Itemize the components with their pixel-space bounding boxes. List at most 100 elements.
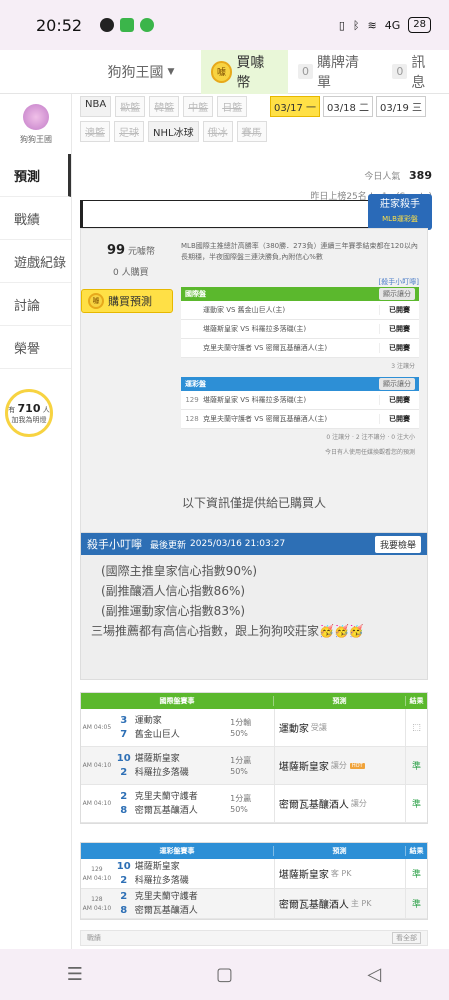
league-tag[interactable]: NHL冰球 bbox=[148, 121, 199, 142]
odds-line: 50% bbox=[230, 728, 248, 738]
report-button[interactable]: 我要檢舉 bbox=[374, 535, 421, 553]
date-tab[interactable]: 03/17 一 bbox=[270, 96, 320, 117]
home-icon[interactable]: ▢ bbox=[204, 964, 244, 985]
bulb-count: 710 bbox=[17, 401, 41, 415]
team-name: 克里夫蘭守護者 bbox=[134, 891, 198, 902]
prediction-pick: 運動家 受讓 bbox=[273, 709, 405, 746]
show-spread-button-2[interactable]: 顯示讓分 bbox=[379, 378, 415, 390]
date-tabs: 03/17 一 03/18 二 03/19 三 bbox=[270, 96, 426, 117]
team-number: 8 bbox=[120, 904, 128, 916]
team-numbers: 28 bbox=[113, 890, 135, 918]
team-number: 2 bbox=[120, 766, 128, 778]
lottery-title: 運彩盤 bbox=[185, 380, 206, 388]
pick-note: 受讓 bbox=[310, 723, 327, 732]
col-prediction: 預測 bbox=[273, 846, 405, 856]
sidebar: 狗狗王國 預測 戰績 遊戲紀錄 討論 榮譽 有 710 人 加我為明燈 bbox=[0, 94, 72, 949]
col-result: 結果 bbox=[405, 846, 427, 856]
network-label: 4G bbox=[384, 18, 401, 32]
league-tag: 俄冰 bbox=[202, 121, 233, 142]
teams: 堪薩斯皇家 科羅拉多落磯 bbox=[135, 860, 274, 888]
team-name: 克里夫蘭守護者 bbox=[134, 791, 198, 802]
game-time-text: AM 04:10 bbox=[82, 874, 112, 882]
odds-line: 1分贏 bbox=[230, 755, 252, 765]
buyers: 0 人購買 bbox=[113, 265, 149, 278]
kingdom-dropdown[interactable]: 狗狗王國 ▼ bbox=[81, 50, 200, 94]
status-badge: 已開賽 bbox=[379, 343, 419, 353]
matchup: 克里夫蘭守護者 VS 密爾瓦基釀酒人(主) bbox=[203, 415, 328, 423]
sidebar-item-record[interactable]: 戰績 bbox=[0, 197, 71, 240]
table-row: AM 04:10 10 2 堪薩斯皇家 科羅拉多落磯 1分贏 50% 堪薩斯皇家 讓分 HOT 準 bbox=[81, 747, 427, 785]
today-label: 今日人氣 bbox=[364, 172, 401, 182]
result-mark: 準 bbox=[405, 889, 427, 918]
league-tag: 中籃 bbox=[183, 96, 214, 117]
result-mark: 準 bbox=[405, 859, 427, 888]
sidebar-item-predict[interactable]: 預測 bbox=[0, 154, 71, 197]
chevron-down-icon: ▼ bbox=[167, 66, 175, 77]
prediction-pick: 密爾瓦基釀酒人 讓分 bbox=[273, 785, 405, 822]
team-name: 科羅拉多落磯 bbox=[134, 767, 189, 778]
date-tab[interactable]: 03/18 二 bbox=[323, 96, 373, 117]
buy-coin-button[interactable]: 噱 買噱幣 bbox=[200, 49, 288, 94]
battery-indicator: 28 bbox=[408, 17, 431, 33]
menu-icon[interactable]: ☰ bbox=[55, 964, 95, 985]
table-row: AM 04:10 2 8 克里夫蘭守護者 密爾瓦基釀酒人 1分贏 50% 密爾瓦基釀酒人 讓分準 bbox=[81, 785, 427, 823]
tip-line: 三場推薦都有高信心指數，跟上狗狗咬莊家🥳🥳🥳 bbox=[91, 624, 364, 638]
team-numbers: 28 bbox=[113, 790, 135, 818]
price-value: 99 bbox=[107, 243, 126, 258]
pick-team: 密爾瓦基釀酒人 bbox=[278, 900, 349, 911]
mini-row: 129 堪薩斯皇家 VS 科羅拉多落磯(主) 已開賽 bbox=[181, 391, 419, 410]
team-number: 2 bbox=[120, 890, 128, 902]
message-button[interactable]: 0 訊息 bbox=[382, 50, 449, 94]
avatar bbox=[23, 103, 49, 130]
date-tab[interactable]: 03/19 三 bbox=[376, 96, 426, 117]
cart-button[interactable]: 0 購牌清單 bbox=[288, 50, 382, 94]
odds: 1分贏 50% bbox=[230, 793, 274, 815]
team-name: 密爾瓦基釀酒人 bbox=[134, 905, 198, 916]
main-content: NBA 歐籃 韓籃 中籃 日籃 澳籃 足球 NHL冰球 俄冰 賽馬 03/17 一 03/18 二0… bbox=[80, 94, 432, 920]
price-unit: 元噱幣 bbox=[127, 247, 155, 257]
league-tag[interactable]: NBA bbox=[80, 96, 112, 117]
tip-header: 殺手小叮嚀 最後更新 2025/03/16 21:03:27 我要檢舉 bbox=[81, 533, 427, 555]
bulb-prefix: 有 bbox=[8, 405, 16, 414]
col-games: 運彩盤賽事 bbox=[159, 847, 195, 855]
app-icon bbox=[120, 18, 135, 32]
prediction-description: MLB國際主推總計高勝率（380勝．273負）連續三年賽季結束都在120以內 長… bbox=[181, 242, 418, 261]
sidebar-item-discussion[interactable]: 討論 bbox=[0, 283, 71, 326]
light-bulb-follow[interactable]: 有 710 人 加我為明燈 bbox=[5, 389, 53, 437]
col-prediction: 預測 bbox=[273, 696, 405, 706]
buyers-count: 0 bbox=[113, 268, 119, 278]
sidebar-item-history[interactable]: 遊戲紀錄 bbox=[0, 240, 71, 283]
show-spread-button[interactable]: 顯示讓分 bbox=[379, 288, 415, 300]
game-time: AM 04:05 bbox=[82, 724, 112, 731]
bulb-text: 加我為明燈 bbox=[11, 415, 47, 424]
matchup: 堪薩斯皇家 VS 科羅拉多落磯(主) bbox=[203, 396, 307, 404]
game-time-text: AM 04:10 bbox=[82, 904, 112, 912]
prediction-pick: 堪薩斯皇家 讓分 HOT bbox=[273, 747, 405, 784]
team-name: 堪薩斯皇家 bbox=[134, 861, 180, 872]
killer-title: 莊家殺手 bbox=[380, 199, 420, 210]
purchase-notice: 以下資訊僅提供給已購買人 bbox=[181, 496, 326, 510]
sidebar-item-honor[interactable]: 榮譽 bbox=[0, 326, 71, 369]
tip-link[interactable]: [殺手小叮嚀] bbox=[379, 277, 419, 287]
back-icon[interactable]: ◁ bbox=[354, 964, 394, 985]
buy-prediction-button[interactable]: 噱 購買預測 bbox=[81, 289, 173, 313]
bulb-unit: 人 bbox=[42, 405, 50, 414]
app-icon-2 bbox=[140, 18, 155, 32]
message-label: 訊息 bbox=[411, 54, 426, 91]
pick-note: 讓分 bbox=[330, 761, 347, 770]
cart-label: 購牌清單 bbox=[316, 54, 359, 91]
result-mark: ⬚ bbox=[405, 709, 427, 746]
league-tags: NBA 歐籃 韓籃 中籃 日籃 澳籃 足球 NHL冰球 俄冰 賽馬 bbox=[80, 94, 270, 142]
league-tag: 韓籃 bbox=[149, 96, 180, 117]
user-profile[interactable]: 狗狗王國 bbox=[0, 94, 72, 154]
mini-row: 運動家 VS 舊金山巨人(主) 已開賽 bbox=[181, 301, 419, 320]
buyers-unit: 人購買 bbox=[121, 268, 149, 278]
chat-icon bbox=[100, 18, 115, 32]
team-numbers: 10 2 bbox=[113, 752, 135, 780]
team-numbers: 37 bbox=[113, 714, 135, 742]
record-bar: 戰績 看全部 bbox=[80, 930, 428, 946]
vibrate-icon: ▯ bbox=[338, 18, 345, 32]
see-all-button[interactable]: 看全部 bbox=[392, 932, 421, 944]
league-tag: 足球 bbox=[114, 121, 144, 142]
league-tag: 澳籃 bbox=[80, 121, 110, 142]
